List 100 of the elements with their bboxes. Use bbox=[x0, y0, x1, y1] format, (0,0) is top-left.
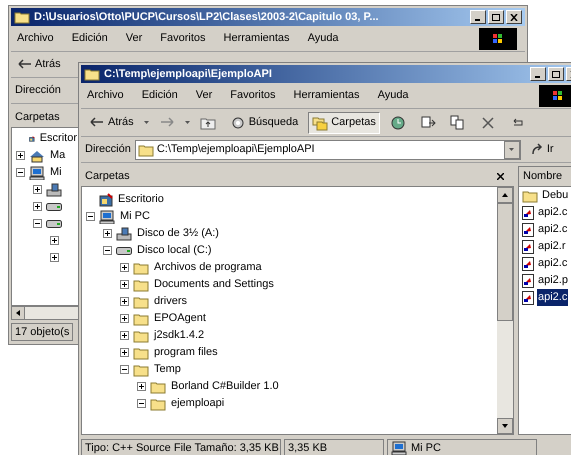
maximize-button[interactable] bbox=[548, 67, 564, 81]
status-text: Tipo: C++ Source File Tamaño: 3,35 KB bbox=[81, 438, 281, 455]
folder-icon bbox=[150, 380, 166, 394]
menu-item[interactable]: Favoritos bbox=[230, 87, 276, 104]
collapse-icon[interactable] bbox=[137, 399, 146, 408]
menu-item[interactable]: Favoritos bbox=[160, 30, 206, 47]
file-item[interactable]: api2.c bbox=[537, 255, 568, 272]
folders-icon bbox=[312, 114, 328, 130]
expand-icon[interactable] bbox=[120, 348, 129, 357]
tree-item[interactable]: program files bbox=[153, 344, 219, 361]
collapse-icon[interactable] bbox=[103, 246, 112, 255]
file-icon bbox=[522, 256, 534, 270]
hard-drive-icon bbox=[116, 246, 132, 256]
column-header[interactable]: Nombre bbox=[519, 167, 571, 187]
expand-icon[interactable] bbox=[120, 280, 129, 289]
file-icon bbox=[522, 222, 534, 236]
hard-drive-icon bbox=[46, 218, 62, 228]
tree-item[interactable]: ejemploapi bbox=[170, 395, 226, 412]
menu-item[interactable]: Edición bbox=[142, 87, 178, 104]
horizontal-scrollbar[interactable] bbox=[11, 306, 79, 320]
collapse-icon[interactable] bbox=[120, 365, 129, 374]
delete-icon bbox=[480, 114, 496, 130]
folder-icon bbox=[138, 142, 154, 156]
tree-item[interactable]: Disco local (C:) bbox=[136, 242, 213, 259]
folder-icon bbox=[133, 294, 149, 308]
tree-item[interactable]: Documents and Settings bbox=[153, 276, 275, 293]
back-button[interactable]: Atrás bbox=[85, 112, 138, 134]
tree-item[interactable]: Disco de 3½ (A:) bbox=[136, 225, 220, 242]
hard-drive-icon bbox=[46, 202, 62, 212]
folders-button[interactable]: Carpetas bbox=[308, 112, 380, 134]
tree-item[interactable]: drivers bbox=[153, 293, 188, 310]
file-item[interactable]: api2.r bbox=[537, 238, 567, 255]
folder-icon bbox=[150, 396, 166, 410]
expand-icon[interactable] bbox=[120, 314, 129, 323]
collapse-icon[interactable] bbox=[86, 212, 95, 221]
file-item[interactable]: api2.c bbox=[537, 221, 568, 238]
file-item[interactable]: api2.p bbox=[537, 272, 569, 289]
window-title: C:\Temp\ejemploapi\EjemploAPI bbox=[104, 66, 272, 82]
menu-item[interactable]: Ver bbox=[126, 30, 142, 47]
file-icon bbox=[522, 290, 534, 304]
expand-icon[interactable] bbox=[50, 253, 59, 262]
file-item[interactable]: api2.c bbox=[537, 289, 568, 306]
down-arrow-icon bbox=[502, 424, 508, 428]
close-button[interactable] bbox=[506, 10, 522, 24]
scroll-thumb[interactable] bbox=[497, 203, 513, 321]
windows-logo-icon bbox=[479, 28, 517, 50]
tree-item[interactable]: Archivos de programa bbox=[153, 259, 263, 276]
pane-title: Carpetas bbox=[85, 168, 130, 184]
menu-item[interactable]: Edición bbox=[72, 30, 108, 47]
folder-icon bbox=[133, 362, 149, 376]
window-icon bbox=[84, 67, 100, 81]
close-icon[interactable] bbox=[497, 172, 504, 180]
expand-icon[interactable] bbox=[120, 331, 129, 340]
minimize-button[interactable] bbox=[470, 10, 486, 24]
tree-item[interactable]: Ma bbox=[49, 147, 66, 164]
expand-icon[interactable] bbox=[50, 236, 59, 245]
menu-item[interactable]: Ayuda bbox=[308, 30, 339, 47]
expand-icon[interactable] bbox=[120, 263, 129, 272]
expand-icon[interactable] bbox=[16, 151, 25, 160]
desktop-icon bbox=[99, 192, 113, 206]
folder-icon bbox=[133, 260, 149, 274]
menu-item[interactable]: Herramientas bbox=[224, 30, 290, 47]
tree-item[interactable]: Escritor bbox=[38, 130, 78, 147]
maximize-button[interactable] bbox=[488, 10, 504, 24]
collapse-icon[interactable] bbox=[16, 168, 25, 177]
menu-item[interactable]: Herramientas bbox=[294, 87, 360, 104]
copy-icon bbox=[450, 114, 466, 130]
folder-icon bbox=[133, 328, 149, 342]
vertical-scrollbar[interactable] bbox=[497, 187, 513, 434]
expand-icon[interactable] bbox=[33, 202, 42, 211]
menu-item[interactable]: Archivo bbox=[17, 30, 54, 47]
caret-icon bbox=[184, 121, 190, 124]
search-button[interactable]: Búsqueda bbox=[226, 112, 302, 134]
menu-item[interactable]: Ver bbox=[196, 87, 212, 104]
expand-icon[interactable] bbox=[103, 229, 112, 238]
file-item[interactable]: api2.c bbox=[537, 204, 568, 221]
address-field[interactable]: C:\Temp\ejemploapi\EjemploAPI bbox=[134, 140, 521, 160]
expand-icon[interactable] bbox=[120, 297, 129, 306]
file-item[interactable]: Debu bbox=[541, 187, 570, 204]
expand-icon[interactable] bbox=[33, 185, 42, 194]
dropdown-button[interactable] bbox=[504, 140, 520, 158]
collapse-icon[interactable] bbox=[33, 219, 42, 228]
go-button[interactable]: Ir bbox=[530, 141, 554, 158]
tree-item[interactable]: EPOAgent bbox=[153, 310, 207, 327]
menu-item[interactable]: Archivo bbox=[87, 87, 124, 104]
back-button[interactable]: Atrás bbox=[15, 56, 63, 73]
expand-icon[interactable] bbox=[137, 382, 146, 391]
tree-item[interactable]: j2sdk1.4.2 bbox=[153, 327, 206, 344]
file-icon bbox=[522, 240, 534, 254]
tree-item[interactable]: Mi bbox=[49, 164, 63, 181]
tree-item[interactable]: Borland C#Builder 1.0 bbox=[170, 378, 280, 395]
move-icon bbox=[420, 114, 436, 130]
tree-item[interactable]: Escritorio bbox=[117, 191, 165, 208]
close-icon bbox=[510, 14, 518, 20]
tree-item[interactable]: Mi PC bbox=[119, 208, 151, 225]
minimize-button[interactable] bbox=[530, 67, 546, 81]
tree-item[interactable]: Temp bbox=[153, 361, 182, 378]
computer-icon bbox=[99, 210, 115, 224]
menu-item[interactable]: Ayuda bbox=[378, 87, 409, 104]
windows-logo-icon bbox=[539, 84, 571, 106]
